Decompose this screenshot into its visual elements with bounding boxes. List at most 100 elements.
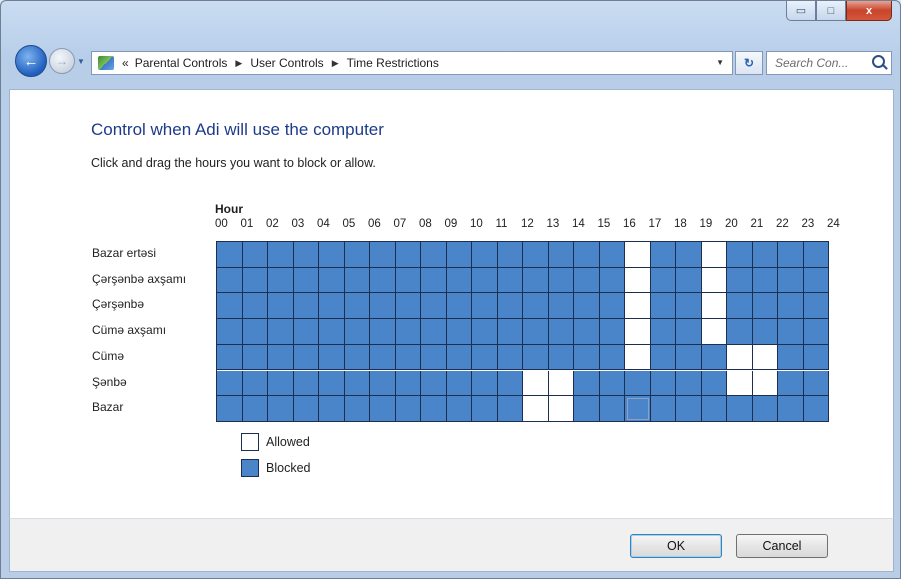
hour-cell[interactable] [268, 267, 294, 294]
hour-cell[interactable] [650, 293, 676, 320]
forward-button[interactable]: → [49, 48, 75, 74]
hour-cell[interactable] [497, 293, 523, 320]
hour-cell[interactable] [650, 370, 676, 397]
breadcrumb-overflow[interactable]: « [122, 56, 129, 70]
hour-cell[interactable] [472, 344, 498, 371]
hour-cell[interactable] [599, 267, 625, 294]
hour-cell[interactable] [446, 293, 472, 320]
hour-cell[interactable] [752, 396, 778, 422]
ok-button[interactable]: OK [630, 534, 722, 558]
hour-cell[interactable] [293, 396, 319, 422]
hour-cell[interactable] [574, 242, 600, 268]
hour-cell[interactable] [395, 344, 421, 371]
address-dropdown-icon[interactable]: ▼ [716, 58, 724, 67]
hour-cell[interactable] [497, 319, 523, 345]
hour-cell[interactable] [752, 319, 778, 345]
hour-cell[interactable] [727, 370, 753, 397]
hour-cell[interactable] [217, 242, 243, 268]
hour-cell[interactable] [293, 267, 319, 294]
hour-cell[interactable] [242, 293, 268, 320]
hour-cell[interactable] [217, 319, 243, 345]
hour-cell[interactable] [803, 293, 829, 320]
hour-cell[interactable] [446, 267, 472, 294]
hour-cell[interactable] [625, 267, 651, 294]
hour-cell[interactable] [701, 344, 727, 371]
hour-cell[interactable] [370, 396, 396, 422]
hour-cell[interactable] [472, 396, 498, 422]
hour-cell[interactable] [523, 242, 549, 268]
hour-cell[interactable] [701, 370, 727, 397]
hour-cell[interactable] [395, 370, 421, 397]
hour-cell[interactable] [370, 319, 396, 345]
hour-cell[interactable] [523, 344, 549, 371]
hour-cell[interactable] [574, 370, 600, 397]
hour-cell[interactable] [293, 293, 319, 320]
hour-cell[interactable] [395, 319, 421, 345]
hour-cell[interactable] [268, 319, 294, 345]
hour-cell[interactable] [293, 319, 319, 345]
hour-cell[interactable] [574, 293, 600, 320]
hour-cell[interactable] [472, 267, 498, 294]
hour-cell[interactable] [370, 267, 396, 294]
hour-cell[interactable] [778, 370, 804, 397]
hour-cell[interactable] [242, 267, 268, 294]
hour-cell[interactable] [268, 293, 294, 320]
hour-cell[interactable] [472, 370, 498, 397]
hour-cell[interactable] [472, 293, 498, 320]
hour-cell[interactable] [599, 370, 625, 397]
hour-cell[interactable] [268, 242, 294, 268]
hour-cell[interactable] [548, 267, 574, 294]
hour-cell[interactable] [293, 344, 319, 371]
search-box[interactable] [766, 51, 892, 75]
hour-cell[interactable] [599, 344, 625, 371]
hour-cell[interactable] [472, 242, 498, 268]
hour-cell[interactable] [217, 396, 243, 422]
hour-cell[interactable] [727, 396, 753, 422]
hour-cell[interactable] [421, 396, 447, 422]
hour-cell[interactable] [778, 267, 804, 294]
hour-cell[interactable] [548, 396, 574, 422]
hour-cell[interactable] [676, 370, 702, 397]
hour-cell[interactable] [548, 344, 574, 371]
hour-cell[interactable] [319, 370, 345, 397]
hour-cell[interactable] [242, 396, 268, 422]
hour-cell[interactable] [497, 242, 523, 268]
hour-cell[interactable] [752, 370, 778, 397]
hour-cell[interactable] [803, 344, 829, 371]
hour-cell[interactable] [217, 344, 243, 371]
hour-cell[interactable] [344, 242, 370, 268]
hour-cell[interactable] [548, 242, 574, 268]
hour-cell[interactable] [242, 242, 268, 268]
hour-cell[interactable] [625, 242, 651, 268]
search-input[interactable] [773, 55, 871, 71]
hour-cell[interactable] [625, 370, 651, 397]
hour-cell[interactable] [803, 242, 829, 268]
hour-cell[interactable] [421, 267, 447, 294]
hour-cell[interactable] [319, 293, 345, 320]
hour-cell[interactable] [650, 267, 676, 294]
hour-cell[interactable] [727, 319, 753, 345]
hour-cell[interactable] [497, 267, 523, 294]
hour-cell[interactable] [574, 267, 600, 294]
hour-cell[interactable] [319, 319, 345, 345]
hour-cell[interactable] [523, 319, 549, 345]
hour-cell[interactable] [574, 344, 600, 371]
hour-cell[interactable] [344, 267, 370, 294]
hour-cell[interactable] [803, 319, 829, 345]
hour-cell[interactable] [778, 319, 804, 345]
hour-cell[interactable] [676, 267, 702, 294]
hour-cell[interactable] [625, 344, 651, 371]
hour-cell[interactable] [676, 242, 702, 268]
hour-cell[interactable] [472, 319, 498, 345]
hour-cell[interactable] [548, 319, 574, 345]
hour-cell[interactable] [319, 267, 345, 294]
refresh-button[interactable]: ↻ [735, 51, 763, 75]
hour-cell[interactable] [701, 242, 727, 268]
hour-cell[interactable] [599, 293, 625, 320]
hour-cell[interactable] [676, 344, 702, 371]
hour-cell[interactable] [625, 396, 651, 422]
hour-cell[interactable] [701, 396, 727, 422]
hour-cell[interactable] [778, 396, 804, 422]
hour-cell[interactable] [395, 293, 421, 320]
hour-cell[interactable] [803, 370, 829, 397]
